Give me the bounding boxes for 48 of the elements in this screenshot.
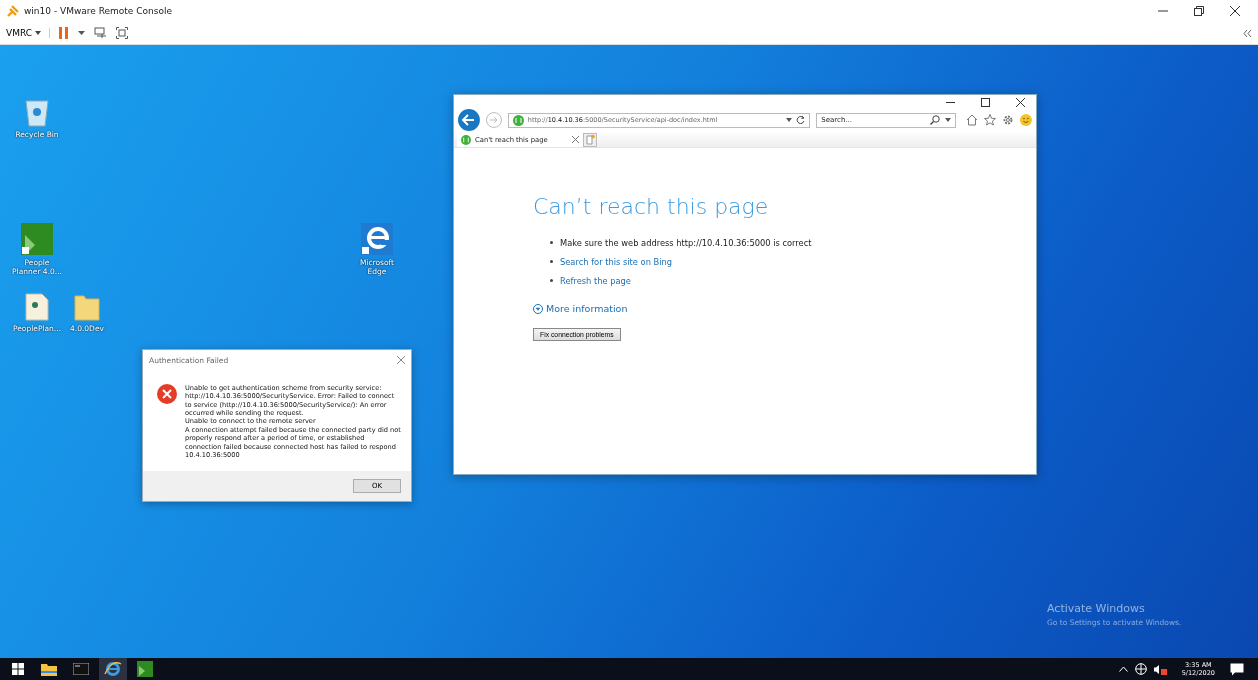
- activation-title: Activate Windows: [1047, 602, 1146, 615]
- smiley-icon[interactable]: [1020, 114, 1032, 126]
- settings-icon[interactable]: [1002, 114, 1015, 126]
- caret-icon[interactable]: [78, 31, 85, 35]
- windows-logo-icon[interactable]: [12, 663, 24, 675]
- close-icon[interactable]: [1016, 97, 1025, 107]
- collapse-icon[interactable]: [1243, 29, 1252, 37]
- error-icon: [157, 384, 177, 404]
- vmrc-menu[interactable]: VMRC: [6, 28, 50, 38]
- star-icon[interactable]: [984, 114, 997, 126]
- suggestion-link[interactable]: Refresh the page: [560, 275, 631, 286]
- pause-icon[interactable]: [59, 27, 69, 39]
- globe-icon[interactable]: [1134, 663, 1147, 675]
- dropdown-caret-icon[interactable]: [786, 118, 793, 122]
- browser-icon: [104, 661, 122, 677]
- pin-icon: [6, 4, 20, 18]
- fullscreen-icon[interactable]: [116, 27, 128, 39]
- more-information-link[interactable]: More information: [546, 303, 628, 314]
- bullet-icon: [550, 260, 553, 263]
- maximize-icon[interactable]: [981, 97, 990, 107]
- suggestion-text: Make sure the web address http://10.4.10.36:5000 is correct: [560, 237, 812, 248]
- bullet-icon: [550, 279, 553, 282]
- window-title: win10 - VMware Remote Console: [24, 6, 172, 16]
- search-icon[interactable]: [930, 115, 941, 125]
- globe-icon: [461, 134, 471, 145]
- close-icon[interactable]: [1230, 6, 1240, 16]
- app-icon[interactable]: [21, 223, 53, 255]
- taskbar-app[interactable]: [99, 658, 127, 680]
- document-icon[interactable]: [25, 293, 49, 321]
- restore-icon[interactable]: [1194, 6, 1204, 16]
- app-icon: [137, 661, 153, 677]
- page-heading: Can’t reach this page: [533, 194, 769, 219]
- folder-icon: [41, 662, 57, 676]
- caret-icon: [35, 31, 41, 35]
- suggestion-link[interactable]: Search for this site on Bing: [560, 256, 673, 267]
- home-icon[interactable]: [966, 114, 979, 126]
- edge-icon[interactable]: [361, 223, 393, 255]
- terminal-icon: [73, 663, 89, 675]
- recycle-bin-icon[interactable]: [24, 97, 50, 127]
- bullet-icon: [550, 241, 553, 244]
- refresh-icon[interactable]: [796, 115, 806, 125]
- notification-icon[interactable]: [1230, 662, 1244, 676]
- dropdown-caret-icon[interactable]: [945, 118, 952, 122]
- expand-icon[interactable]: [533, 303, 543, 314]
- chevron-up-icon[interactable]: [1118, 666, 1128, 672]
- globe-icon: [512, 114, 524, 126]
- devices-icon[interactable]: [94, 27, 107, 39]
- muted-speaker-icon[interactable]: [1153, 663, 1167, 675]
